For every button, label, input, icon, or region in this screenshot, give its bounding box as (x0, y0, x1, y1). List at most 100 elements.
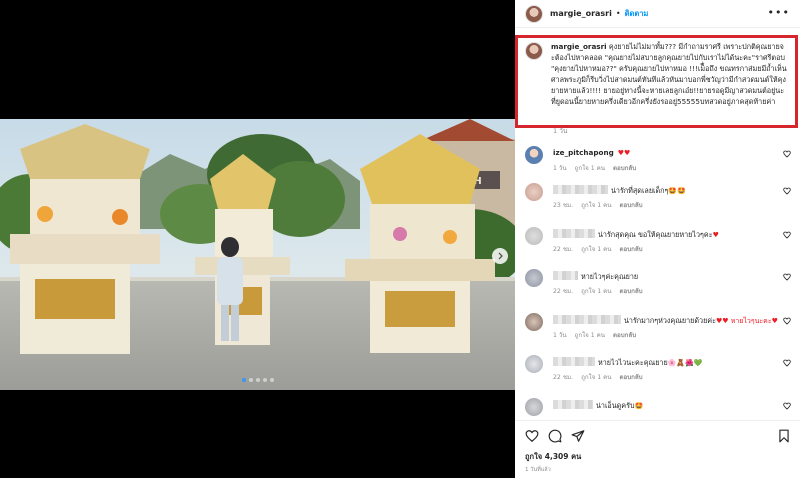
comment-icon[interactable] (548, 429, 562, 443)
separator-dot: • (615, 9, 621, 18)
post-photo[interactable]: SEPH (0, 119, 515, 390)
commenter-avatar[interactable] (525, 227, 543, 245)
comment-likes[interactable]: ถูกใจ 1 คน (575, 165, 605, 172)
commenter-avatar[interactable] (525, 146, 543, 164)
comment-emoji: ♥♥ (617, 149, 631, 157)
comment-like-icon[interactable] (783, 273, 791, 281)
comment-likes[interactable]: ถูกใจ 1 คน (581, 202, 611, 209)
comment-time: 22 ชม. (553, 246, 574, 253)
comment-row: น่ารักสุดคุณ ขอให้คุณยายหายไวๆคะ♥ 22 ชม. ถ… (525, 227, 795, 261)
redacted-username[interactable] (553, 357, 595, 366)
carousel-next-button[interactable] (492, 248, 508, 264)
comment-text: หายไวๆค่ะคุณยาย (581, 272, 639, 281)
caption-text: margie_orasri คุงยายไม่ไม่มาทั้ม??? มีกำ… (551, 41, 787, 107)
redacted-username[interactable] (553, 315, 621, 324)
comment-emoji: 🌸🧸🌺💚 (667, 359, 703, 367)
owner-username[interactable]: margie_orasri (550, 9, 612, 18)
follow-button[interactable]: ติดตาม (625, 8, 649, 20)
comment-meta: 23 ชม. ถูกใจ 1 คน ตอบกลับ (553, 200, 651, 210)
comment-likes[interactable]: ถูกใจ 1 คน (581, 246, 611, 253)
commenter-avatar[interactable] (525, 355, 543, 373)
commenter-avatar[interactable] (525, 313, 543, 331)
chevron-right-icon (498, 252, 503, 260)
post-actions-bar: ถูกใจ 4,309 คน 1 วันที่แล้ว (515, 420, 800, 478)
reply-button[interactable]: ตอบกลับ (613, 165, 636, 172)
heart-icon[interactable] (525, 429, 539, 443)
more-options-icon[interactable]: ••• (768, 6, 790, 19)
carousel-dot (255, 378, 260, 382)
comment-likes[interactable]: ถูกใจ 1 คน (581, 374, 611, 381)
comment-emoji: ♥ (712, 231, 719, 239)
comment-row: ize_pitchapong ♥♥ 1 วัน ถูกใจ 1 คน ตอบกลับ (525, 146, 795, 180)
share-icon[interactable] (571, 429, 585, 443)
comment-body: หายไวๆค่ะคุณยาย (553, 271, 783, 282)
carousel-dot (241, 378, 246, 382)
commenter-avatar[interactable] (525, 183, 543, 201)
shrine-photo-illustration: SEPH (0, 119, 515, 390)
post-timestamp: 1 วันที่แล้ว (525, 467, 551, 473)
comment-likes[interactable]: ถูกใจ 1 คน (581, 288, 611, 295)
comment-text: น่ารักที่สุดเลยเด็กๆ (611, 186, 669, 195)
reply-button[interactable]: ตอบกลับ (613, 332, 636, 339)
post-caption: margie_orasri คุงยายไม่ไม่มาทั้ม??? มีกำ… (525, 41, 791, 107)
redacted-username[interactable] (553, 229, 595, 238)
comment-meta: 1 วัน ถูกใจ 1 คน ตอบกลับ (553, 163, 644, 173)
comment-row: หายไวๆค่ะคุณยาย 22 ชม. ถูกใจ 1 คน ตอบกลับ (525, 269, 795, 303)
caption-body: คุงยายไม่ไม่มาทั้ม??? มีกำถามราศรี เพราะ… (551, 42, 787, 106)
reply-button[interactable]: ตอบกลับ (619, 374, 642, 381)
comment-meta: 22 ชม. ถูกใจ 1 คน ตอบกลับ (553, 244, 651, 254)
comment-like-icon[interactable] (783, 317, 791, 325)
post-detail-panel: margie_orasri • ติดตาม ••• margie_orasri… (515, 0, 800, 478)
caption-avatar[interactable] (525, 42, 543, 60)
bookmark-icon[interactable] (777, 429, 791, 443)
redacted-username[interactable] (553, 400, 593, 409)
owner-avatar[interactable] (525, 4, 543, 23)
comment-text: น่ารักสุดคุณ ขอให้คุณยายหายไวๆคะ (598, 230, 713, 239)
reply-button[interactable]: ตอบกลับ (619, 202, 642, 209)
comment-meta: 1 วัน ถูกใจ 1 คน ตอบกลับ (553, 330, 644, 340)
comment-emoji: 🤩 (634, 402, 644, 410)
comment-body: น่ารักสุดคุณ ขอให้คุณยายหายไวๆคะ♥ (553, 229, 783, 240)
comment-body: น่ารักมากๆห่วงคุณยายด้วยค่ะ♥♥ หายไวๆนะคะ… (553, 315, 783, 326)
post-media-viewer: SEPH (0, 0, 515, 478)
comment-body: หายไวไวนะคะคุณยาย🌸🧸🌺💚 (553, 357, 783, 368)
comment-text: น่าเอ็นดูครับ (596, 401, 635, 410)
comment-row: น่ารักที่สุดเลยเด็กๆ🤩🤩 23 ชม. ถูกใจ 1 คน ตอ… (525, 183, 795, 217)
comment-emoji: 🤩🤩 (668, 187, 686, 195)
redacted-username[interactable] (553, 271, 578, 280)
commenter-avatar[interactable] (525, 269, 543, 287)
comment-like-icon[interactable] (783, 402, 791, 410)
carousel-dot (248, 378, 253, 382)
carousel-dot (269, 378, 274, 382)
comment-time: 1 วัน (553, 165, 567, 172)
comment-body: น่าเอ็นดูครับ🤩 (553, 400, 783, 411)
commenter-username[interactable]: ize_pitchapong (553, 148, 614, 157)
comment-likes[interactable]: ถูกใจ 1 คน (575, 332, 605, 339)
comment-like-icon[interactable] (783, 150, 791, 158)
reply-button[interactable]: ตอบกลับ (619, 288, 642, 295)
comment-meta: 22 ชม. ถูกใจ 1 คน ตอบกลับ (553, 372, 651, 382)
comment-text: หายไวไวนะคะคุณยาย (598, 358, 668, 367)
redacted-username[interactable] (553, 185, 608, 194)
comment-time: 22 ชม. (553, 374, 574, 381)
comment-like-icon[interactable] (783, 359, 791, 367)
comment-meta: 22 ชม. ถูกใจ 1 คน ตอบกลับ (553, 286, 651, 296)
comment-row: น่ารักมากๆห่วงคุณยายด้วยค่ะ♥♥ หายไวๆนะคะ… (525, 313, 795, 347)
comment-emoji: ♥♥ หายไวๆนะคะ♥ (715, 317, 778, 325)
reply-button[interactable]: ตอบกลับ (619, 246, 642, 253)
comment-like-icon[interactable] (783, 231, 791, 239)
caption-timestamp: 1 วัน (553, 127, 568, 135)
caption-username[interactable]: margie_orasri (551, 42, 607, 51)
comment-time: 1 วัน (553, 332, 567, 339)
carousel-indicator (0, 378, 515, 382)
comment-time: 22 ชม. (553, 288, 574, 295)
comment-row: หายไวไวนะคะคุณยาย🌸🧸🌺💚 22 ชม. ถูกใจ 1 คน ตอบ… (525, 355, 795, 389)
commenter-avatar[interactable] (525, 398, 543, 416)
comment-body: น่ารักที่สุดเลยเด็กๆ🤩🤩 (553, 185, 783, 196)
comment-like-icon[interactable] (783, 187, 791, 195)
comment-time: 23 ชม. (553, 202, 574, 209)
comment-text: น่ารักมากๆห่วงคุณยายด้วยค่ะ (624, 316, 716, 325)
carousel-dot (262, 378, 267, 382)
likes-count[interactable]: ถูกใจ 4,309 คน (525, 451, 581, 463)
post-header: margie_orasri • ติดตาม ••• (515, 0, 800, 28)
